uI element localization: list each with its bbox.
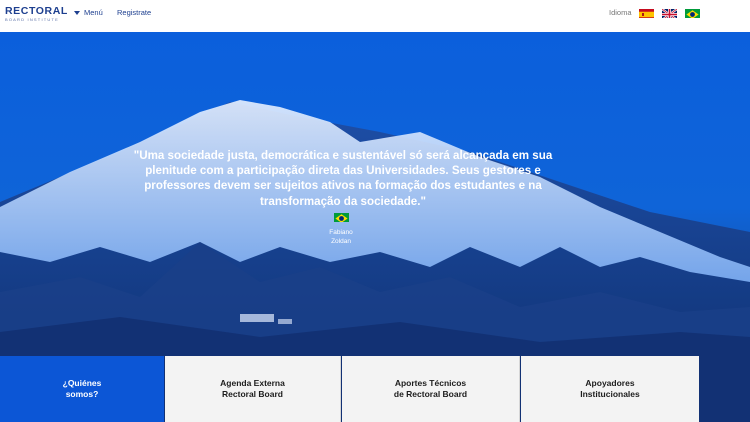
br-flag-icon: [334, 211, 349, 222]
card-quienes-somos[interactable]: ¿Quiénes somos?: [0, 356, 164, 422]
language-label: Idioma: [609, 8, 632, 17]
card-apoyadores[interactable]: Apoyadores Institucionales: [521, 356, 699, 422]
card-label: Aportes Técnicos de Rectoral Board: [393, 377, 468, 400]
top-header: RECTORAL BOARD INSTITUTE Menú Registrate…: [0, 0, 750, 32]
card-label: Agenda Externa Rectoral Board: [220, 377, 285, 400]
menu-label: Menú: [84, 8, 103, 17]
logo-main-text: RECTORAL: [5, 5, 68, 17]
caret-down-icon: [74, 10, 80, 15]
author-last-name: Zoldan: [331, 238, 351, 245]
register-link[interactable]: Registrate: [117, 8, 151, 17]
card-label: Apoyadores Institucionales: [580, 377, 640, 400]
es-flag-icon[interactable]: [639, 7, 654, 18]
br-flag-icon[interactable]: [685, 7, 700, 18]
card-aportes-tecnicos[interactable]: Aportes Técnicos de Rectoral Board: [342, 356, 520, 422]
card-agenda-externa[interactable]: Agenda Externa Rectoral Board: [165, 356, 341, 422]
logo-sub-text: BOARD INSTITUTE: [5, 16, 60, 22]
quote-author: Fabiano Zoldan: [311, 228, 371, 246]
card-label: ¿Quiénes somos?: [62, 377, 102, 400]
author-first-name: Fabiano: [329, 229, 353, 236]
testimonial-quote: "Uma sociedade justa, democrática e sust…: [133, 149, 553, 208]
uk-flag-icon[interactable]: [662, 7, 677, 18]
menu-button[interactable]: Menú: [74, 8, 103, 17]
rectoral-logo[interactable]: RECTORAL BOARD INSTITUTE: [5, 6, 68, 22]
